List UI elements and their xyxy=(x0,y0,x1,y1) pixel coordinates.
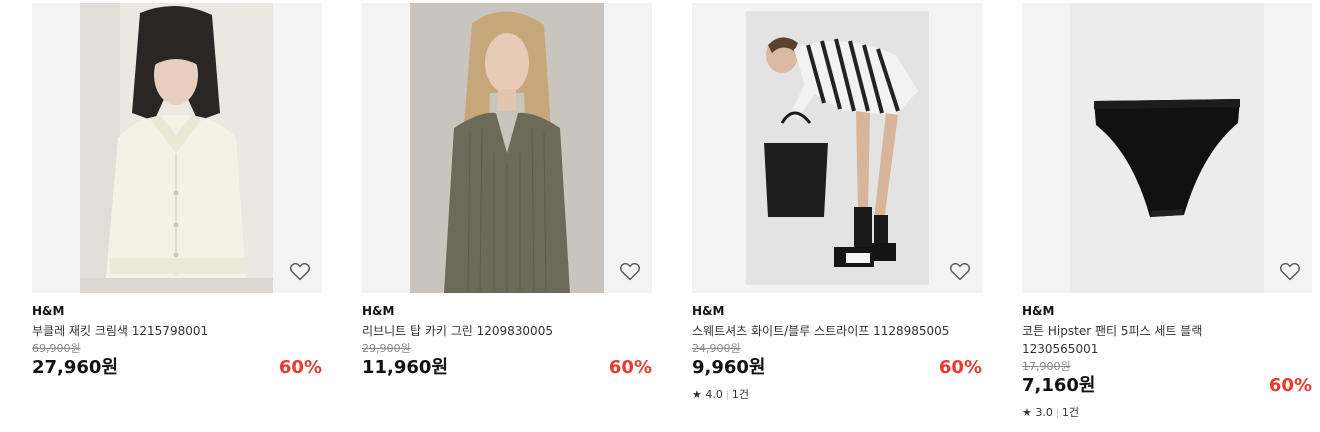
original-price: 17,900원 xyxy=(1022,360,1071,373)
heart-outline-icon[interactable] xyxy=(288,259,312,283)
divider xyxy=(1056,408,1058,418)
product-image[interactable] xyxy=(1070,3,1264,293)
sale-price: 7,160원 xyxy=(1022,375,1096,396)
sale-price: 9,960원 xyxy=(692,357,766,378)
brand-label: H&M xyxy=(1022,304,1055,318)
rating-score: 3.0 xyxy=(1035,406,1053,419)
product-name[interactable]: 부클레 재킷 크림색 1215798001 xyxy=(32,322,292,340)
original-price: 69,900원 xyxy=(32,342,81,355)
product-card[interactable]: H&M 스웨트셔츠 화이트/블루 스트라이프 1128985005 24,900… xyxy=(692,3,982,402)
price-row: 27,960원 60% xyxy=(32,356,322,380)
rating-summary: ★ 4.0 1건 xyxy=(692,388,982,402)
product-thumbnail[interactable] xyxy=(1022,3,1312,293)
product-name[interactable]: 스웨트셔츠 화이트/블루 스트라이프 1128985005 xyxy=(692,322,952,340)
original-price: 24,900원 xyxy=(692,342,741,355)
price-row: 9,960원 60% xyxy=(692,356,982,380)
review-count[interactable]: 1건 xyxy=(1062,406,1079,419)
product-card[interactable]: H&M 부클레 재킷 크림색 1215798001 69,900원 27,960… xyxy=(32,3,322,380)
product-thumbnail[interactable] xyxy=(362,3,652,293)
product-card[interactable]: H&M 코튼 Hipster 팬티 5피스 세트 블랙 1230565001 1… xyxy=(1022,3,1312,420)
sale-price: 11,960원 xyxy=(362,357,449,378)
star-icon: ★ xyxy=(1022,406,1032,419)
review-count[interactable]: 1건 xyxy=(732,388,749,401)
product-thumbnail[interactable] xyxy=(692,3,982,293)
discount-rate: 60% xyxy=(278,357,322,378)
product-image[interactable] xyxy=(80,3,273,293)
product-thumbnail[interactable] xyxy=(32,3,322,293)
product-name[interactable]: 리브니트 탑 카키 그린 1209830005 xyxy=(362,322,622,340)
original-price: 29,900원 xyxy=(362,342,411,355)
discount-rate: 60% xyxy=(1268,375,1312,396)
brand-label: H&M xyxy=(692,304,725,318)
heart-outline-icon[interactable] xyxy=(1278,259,1302,283)
heart-outline-icon[interactable] xyxy=(948,259,972,283)
heart-outline-icon[interactable] xyxy=(618,259,642,283)
rating-score: 4.0 xyxy=(705,388,723,401)
price-row: 7,160원 60% xyxy=(1022,374,1312,398)
discount-rate: 60% xyxy=(608,357,652,378)
rating-summary: ★ 3.0 1건 xyxy=(1022,406,1312,420)
brand-label: H&M xyxy=(32,304,65,318)
sale-price: 27,960원 xyxy=(32,357,119,378)
brand-label: H&M xyxy=(362,304,395,318)
product-card[interactable]: H&M 리브니트 탑 카키 그린 1209830005 29,900원 11,9… xyxy=(362,3,652,380)
product-image[interactable] xyxy=(410,3,604,293)
star-icon: ★ xyxy=(692,388,702,401)
product-image[interactable] xyxy=(746,11,929,285)
product-name[interactable]: 코튼 Hipster 팬티 5피스 세트 블랙 1230565001 xyxy=(1022,322,1282,358)
product-grid: H&M 부클레 재킷 크림색 1215798001 69,900원 27,960… xyxy=(0,0,1320,432)
divider xyxy=(726,390,728,400)
price-row: 11,960원 60% xyxy=(362,356,652,380)
discount-rate: 60% xyxy=(938,357,982,378)
